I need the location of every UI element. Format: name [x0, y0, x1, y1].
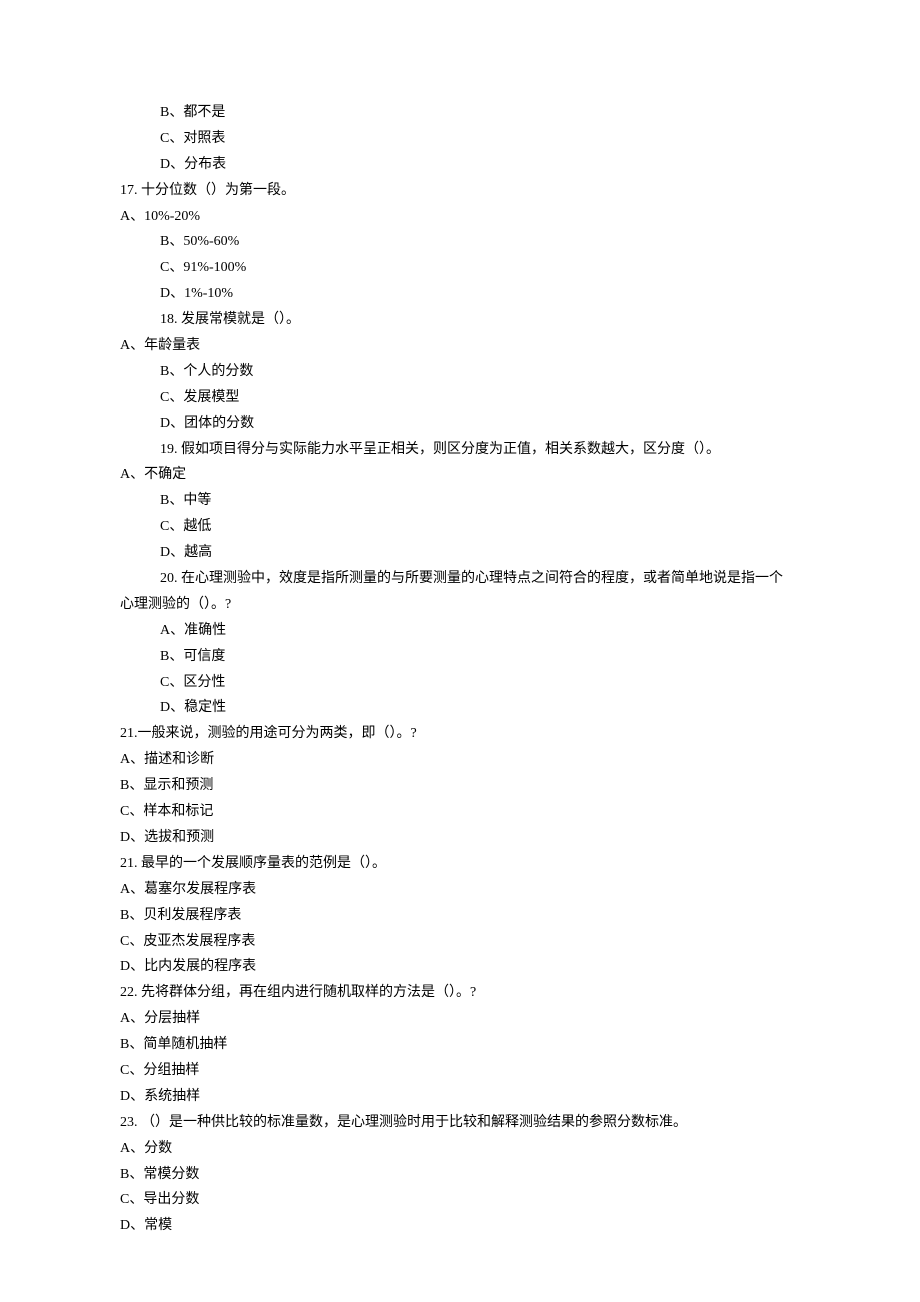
text-line: B、可信度 [160, 644, 800, 670]
text-line: C、样本和标记 [120, 799, 800, 825]
text-line: B、常模分数 [120, 1162, 800, 1188]
text-line: C、对照表 [160, 126, 800, 152]
text-line: D、团体的分数 [160, 411, 800, 437]
text-line: A、不确定 [120, 462, 800, 488]
text-line: A、葛塞尔发展程序表 [120, 877, 800, 903]
text-line: B、个人的分数 [160, 359, 800, 385]
text-line: A、分数 [120, 1136, 800, 1162]
text-line: A、10%-20% [120, 204, 800, 230]
text-line: 21. 最早的一个发展顺序量表的范例是（）。 [120, 851, 800, 877]
text-line: B、中等 [160, 488, 800, 514]
text-line: B、显示和预测 [120, 773, 800, 799]
text-line: D、1%-10% [160, 281, 800, 307]
text-line: 心理测验的（）。? [120, 592, 800, 618]
text-line: A、分层抽样 [120, 1006, 800, 1032]
text-line: C、导出分数 [120, 1187, 800, 1213]
text-line: B、都不是 [160, 100, 800, 126]
text-line: B、简单随机抽样 [120, 1032, 800, 1058]
text-line: A、描述和诊断 [120, 747, 800, 773]
text-line: C、皮亚杰发展程序表 [120, 929, 800, 955]
document-body: B、都不是C、对照表D、分布表17. 十分位数（）为第一段。A、10%-20%B… [120, 100, 800, 1239]
text-line: 18. 发展常模就是（）。 [160, 307, 800, 333]
text-line: 17. 十分位数（）为第一段。 [120, 178, 800, 204]
text-line: D、越高 [160, 540, 800, 566]
text-line: 21.一般来说，测验的用途可分为两类，即（）。? [120, 721, 800, 747]
text-line: B、50%-60% [160, 229, 800, 255]
text-line: 19. 假如项目得分与实际能力水平呈正相关，则区分度为正值，相关系数越大，区分度… [160, 437, 800, 463]
text-line: D、常模 [120, 1213, 800, 1239]
text-line: A、年龄量表 [120, 333, 800, 359]
text-line: B、贝利发展程序表 [120, 903, 800, 929]
text-line: D、比内发展的程序表 [120, 954, 800, 980]
text-line: C、发展模型 [160, 385, 800, 411]
text-line: D、稳定性 [160, 695, 800, 721]
text-line: 22. 先将群体分组，再在组内进行随机取样的方法是（）。? [120, 980, 800, 1006]
text-line: D、系统抽样 [120, 1084, 800, 1110]
text-line: C、分组抽样 [120, 1058, 800, 1084]
text-line: C、越低 [160, 514, 800, 540]
text-line: C、91%-100% [160, 255, 800, 281]
text-line: C、区分性 [160, 670, 800, 696]
text-line: A、准确性 [160, 618, 800, 644]
text-line: 20. 在心理测验中，效度是指所测量的与所要测量的心理特点之间符合的程度，或者简… [160, 566, 800, 592]
text-line: D、选拔和预测 [120, 825, 800, 851]
text-line: 23. （）是一种供比较的标准量数，是心理测验时用于比较和解释测验结果的参照分数… [120, 1110, 800, 1136]
text-line: D、分布表 [160, 152, 800, 178]
